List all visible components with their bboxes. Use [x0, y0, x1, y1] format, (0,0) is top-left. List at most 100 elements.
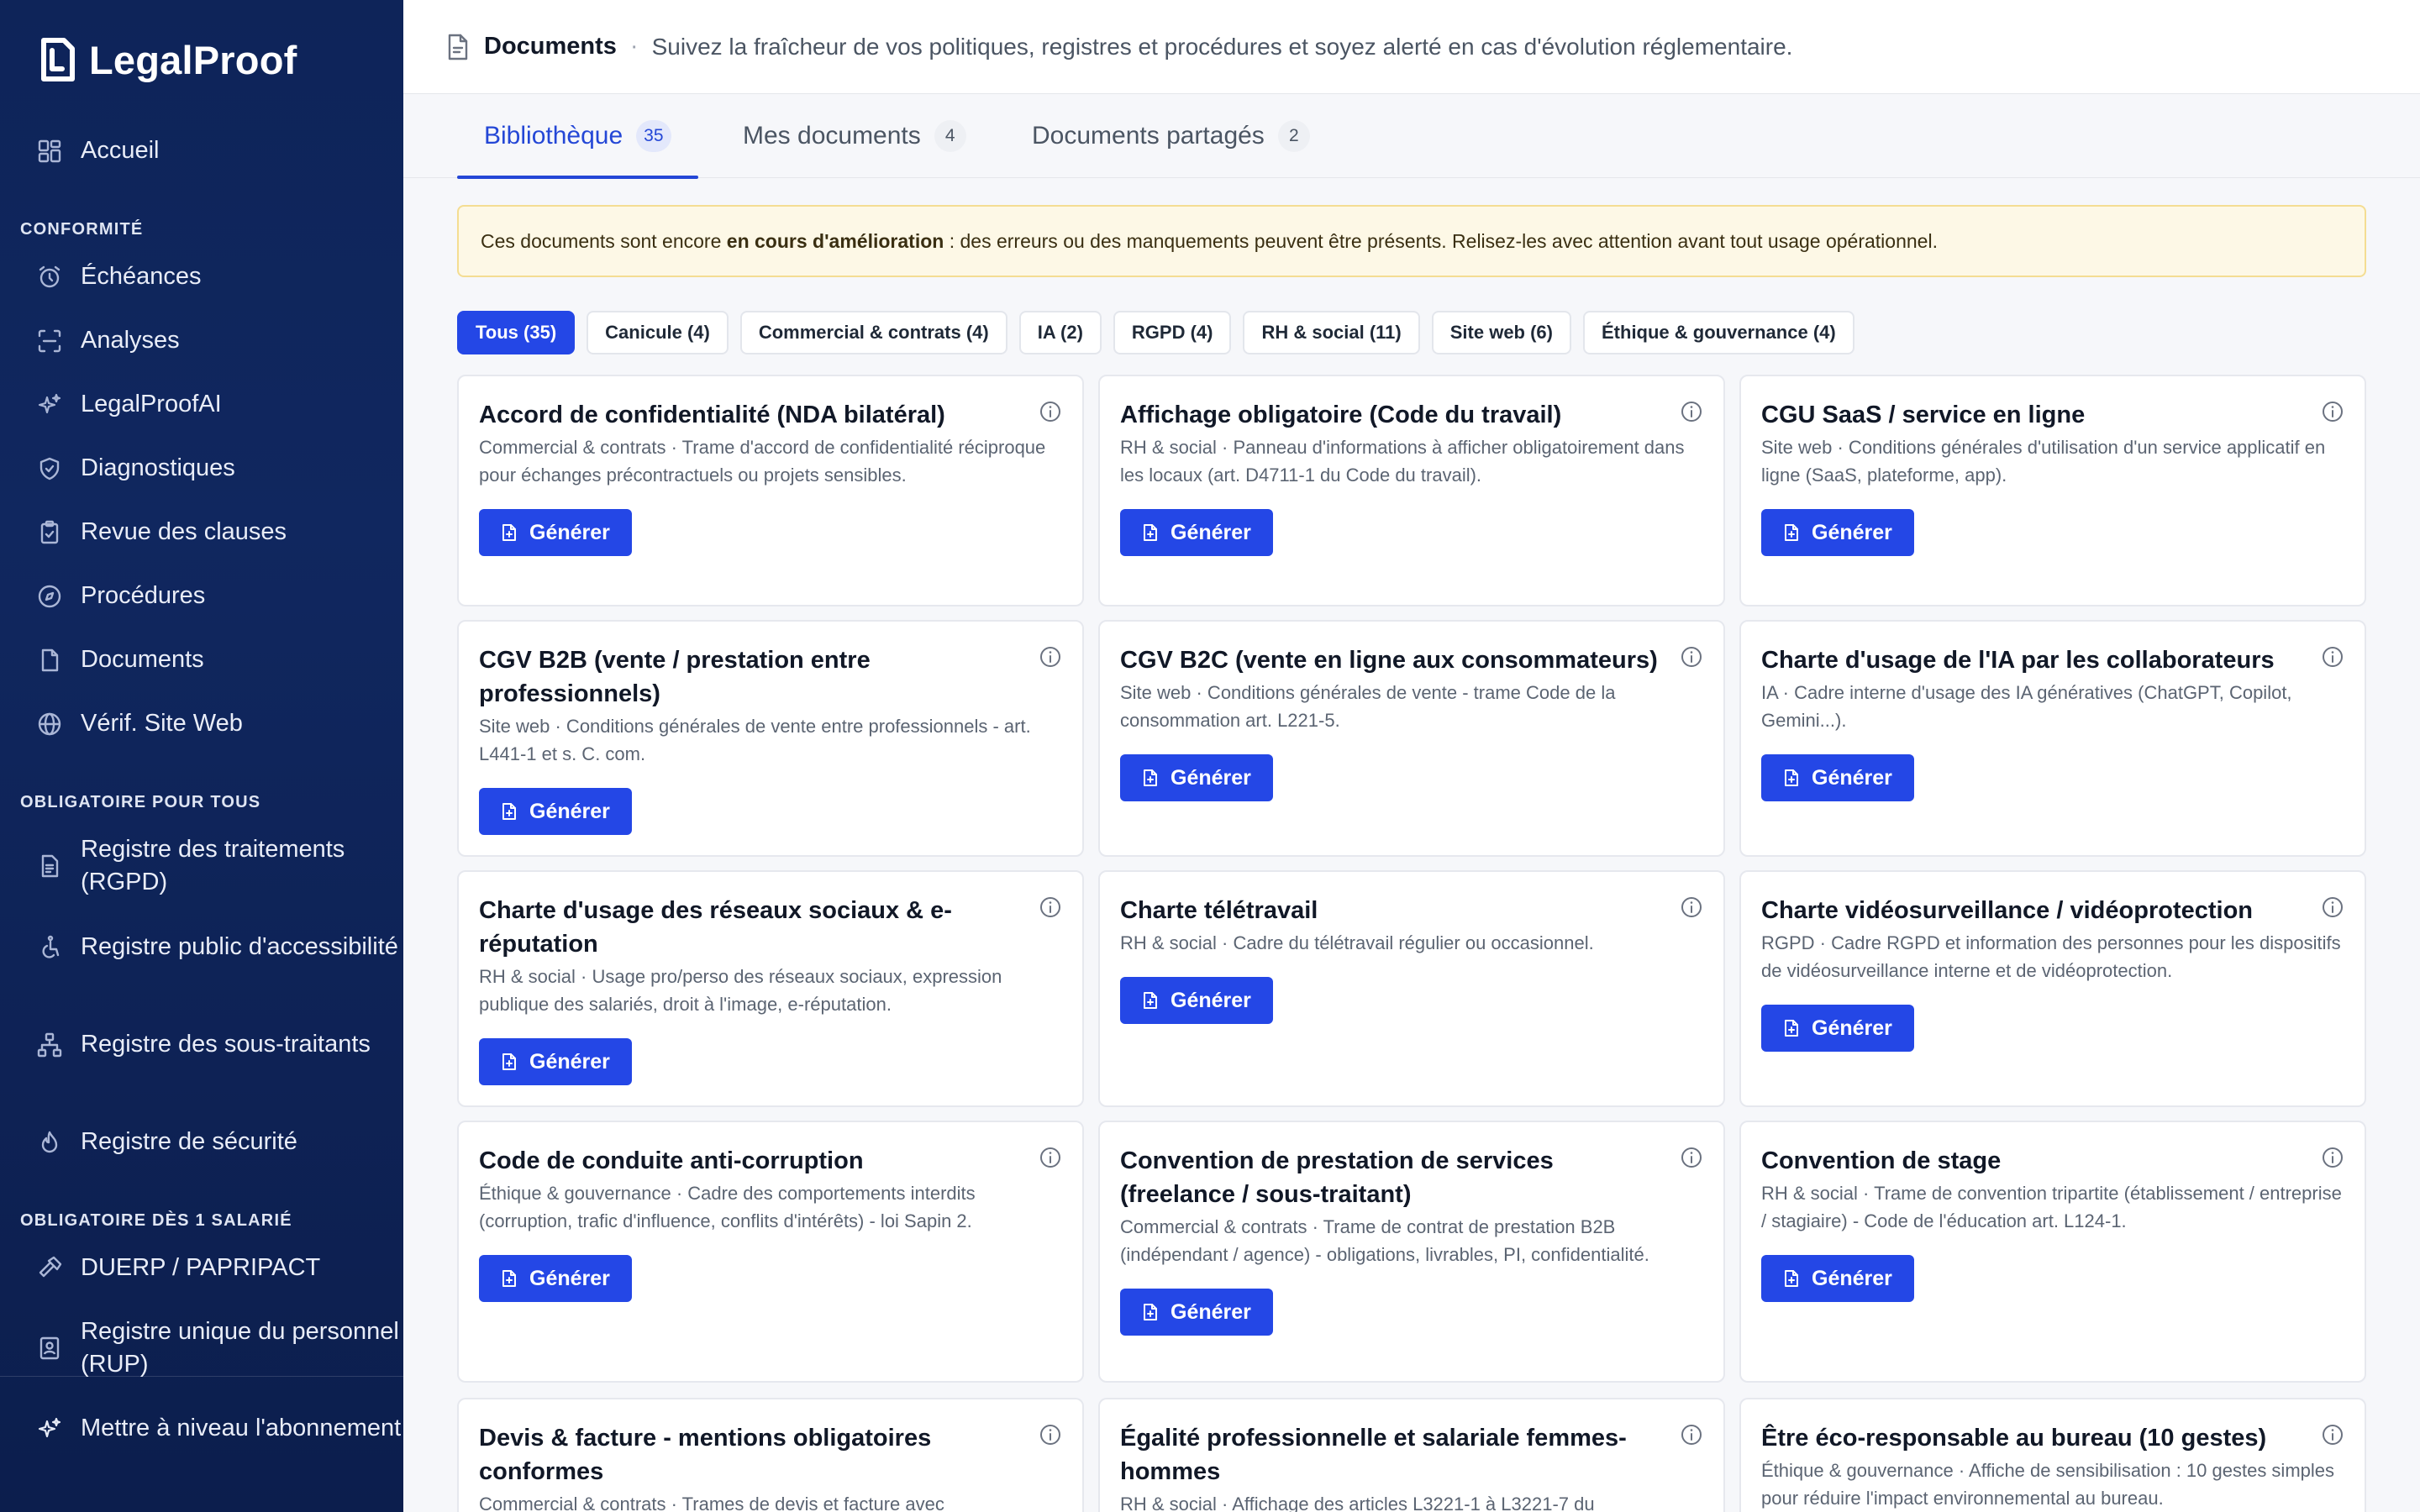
info-icon[interactable] [1039, 1423, 1062, 1446]
generate-button[interactable]: Générer [479, 1255, 632, 1302]
sidebar-item-registre-personnel[interactable]: Registre unique du personnel (RUP) [0, 1315, 403, 1381]
document-description: Site web · Conditions générales d'utilis… [1761, 437, 2326, 486]
document-description: IA · Cadre interne d'usage des IA généra… [1761, 682, 2292, 731]
tab-bibliotheque[interactable]: Bibliothèque 35 [457, 94, 698, 179]
title-separator: · [629, 33, 639, 60]
upgrade-subscription-link[interactable]: Mettre à niveau l'abonnement [0, 1412, 403, 1445]
info-icon[interactable] [2321, 1423, 2344, 1446]
filter-chip-ia[interactable]: IA (2) [1018, 311, 1102, 354]
filter-chip-rgpd[interactable]: RGPD (4) [1113, 311, 1232, 354]
document-card: Convention de prestation de services (fr… [1098, 1121, 1725, 1383]
generate-button[interactable]: Générer [1761, 1005, 1914, 1052]
sidebar-item-revue-clauses[interactable]: Revue des clauses [0, 516, 403, 549]
info-icon[interactable] [1680, 1423, 1703, 1446]
generate-button[interactable]: Générer [1120, 1289, 1273, 1336]
generate-button[interactable]: Générer [1120, 754, 1273, 801]
tab-mes-documents[interactable]: Mes documents 4 [716, 94, 993, 178]
info-icon[interactable] [1039, 895, 1062, 919]
info-icon[interactable] [1680, 645, 1703, 669]
info-icon[interactable] [1039, 400, 1062, 423]
sidebar-item-label: Registre des traitements (RGPD) [81, 836, 345, 895]
generate-button[interactable]: Générer [479, 1038, 632, 1085]
info-icon[interactable] [1039, 1146, 1062, 1169]
globe-icon [38, 712, 61, 735]
sidebar-item-registre-traitements[interactable]: Registre des traitements (RGPD) [0, 833, 403, 899]
sidebar-item-legalproofai[interactable]: LegalProofAI [0, 388, 403, 421]
category-filters: Tous (35) Canicule (4) Commercial & cont… [457, 311, 1854, 354]
file-plus-icon [502, 1270, 516, 1287]
sidebar-item-procedures[interactable]: Procédures [0, 580, 403, 612]
accessibility-icon [42, 935, 60, 958]
file-plus-icon [502, 803, 516, 820]
generate-button[interactable]: Générer [479, 788, 632, 835]
tab-count: 35 [636, 120, 671, 152]
sidebar-item-registre-accessibilite[interactable]: Registre public d'accessibilité [0, 931, 403, 963]
generate-label: Générer [1171, 765, 1251, 790]
info-icon[interactable] [1680, 895, 1703, 919]
document-card: Être éco-responsable au bureau (10 geste… [1739, 1398, 2366, 1512]
document-title: CGU SaaS / service en ligne [1761, 402, 2086, 428]
document-title: CGV B2C (vente en ligne aux consommateur… [1120, 647, 1658, 674]
info-icon[interactable] [1680, 1146, 1703, 1169]
file-list-icon [41, 854, 59, 878]
compass-icon [38, 585, 61, 607]
file-plus-icon [1144, 524, 1157, 541]
filter-chip-commercial[interactable]: Commercial & contrats (4) [739, 311, 1007, 354]
sidebar-item-accueil[interactable]: Accueil [0, 134, 403, 167]
generate-button[interactable]: Générer [1761, 1255, 1914, 1302]
sidebar-item-diagnostiques[interactable]: Diagnostiques [0, 452, 403, 485]
sidebar-item-documents[interactable]: Documents [0, 643, 403, 676]
filter-chip-rh-social[interactable]: RH & social (11) [1243, 311, 1420, 354]
sidebar-section-conformite: CONFORMITÉ [20, 220, 144, 239]
info-icon[interactable] [1039, 645, 1062, 669]
filter-chip-site-web[interactable]: Site web (6) [1431, 311, 1571, 354]
document-description: Site web · Conditions générales de vente… [479, 716, 1031, 764]
tab-count: 2 [1277, 120, 1310, 152]
document-description: RH & social · Cadre du télétravail régul… [1120, 932, 1594, 953]
generate-button[interactable]: Générer [1761, 509, 1914, 556]
tab-label: Documents partagés [1032, 122, 1265, 150]
filter-chip-canicule[interactable]: Canicule (4) [587, 311, 729, 354]
generate-label: Générer [1812, 1016, 1892, 1040]
filter-chip-ethique[interactable]: Éthique & gouvernance (4) [1583, 311, 1854, 354]
sidebar-item-label: Diagnostiques [81, 454, 235, 481]
sidebar-item-registre-securite[interactable]: Registre de sécurité [0, 1126, 403, 1158]
tab-count: 4 [934, 120, 966, 152]
sidebar-item-label: LegalProofAI [81, 391, 222, 417]
generate-label: Générer [529, 799, 610, 823]
generate-label: Générer [1171, 988, 1251, 1012]
sidebar-item-duerp[interactable]: DUERP / PAPRIPACT [0, 1252, 403, 1284]
file-plus-icon [1144, 992, 1157, 1009]
sidebar-item-analyses[interactable]: Analyses [0, 324, 403, 357]
tab-label: Bibliothèque [484, 122, 623, 150]
generate-button[interactable]: Générer [1120, 977, 1273, 1024]
sidebar-item-echeances[interactable]: Échéances [0, 260, 403, 293]
sidebar-item-registre-sous-traitants[interactable]: Registre des sous-traitants [0, 1028, 403, 1061]
brand[interactable]: LegalProof [35, 34, 297, 86]
document-description: RH & social · Panneau d'informations à a… [1120, 437, 1685, 486]
info-icon[interactable] [2321, 895, 2344, 919]
sidebar-item-label: Registre public d'accessibilité [81, 933, 398, 960]
generate-button[interactable]: Générer [1761, 754, 1914, 801]
tab-documents-partages[interactable]: Documents partagés 2 [1005, 94, 1337, 178]
info-icon[interactable] [2321, 645, 2344, 669]
info-icon[interactable] [1680, 400, 1703, 423]
generate-button[interactable]: Générer [479, 509, 632, 556]
document-card: Affichage obligatoire (Code du travail) … [1098, 375, 1725, 606]
filter-chip-tous[interactable]: Tous (35) [457, 311, 576, 354]
info-icon[interactable] [2321, 1146, 2344, 1169]
warning-banner: Ces documents sont encore en cours d'amé… [457, 205, 2366, 277]
document-card: Égalité professionnelle et salariale fem… [1098, 1398, 1725, 1512]
info-icon[interactable] [2321, 400, 2344, 423]
generate-label: Générer [1171, 520, 1251, 544]
id-badge-icon [39, 1336, 60, 1360]
generate-button[interactable]: Générer [1120, 509, 1273, 556]
document-description: RH & social · Trame de convention tripar… [1761, 1183, 2342, 1231]
document-description: Commercial & contrats · Trame de contrat… [1120, 1216, 1649, 1265]
clipboard-check-icon [40, 520, 59, 543]
generate-label: Générer [529, 520, 610, 544]
document-card: Convention de stage RH & social · Trame … [1739, 1121, 2366, 1383]
sidebar-item-label: Procédures [81, 582, 206, 609]
sidebar-item-verif-site-web[interactable]: Vérif. Site Web [0, 707, 403, 740]
brand-name: LegalProof [89, 37, 297, 82]
